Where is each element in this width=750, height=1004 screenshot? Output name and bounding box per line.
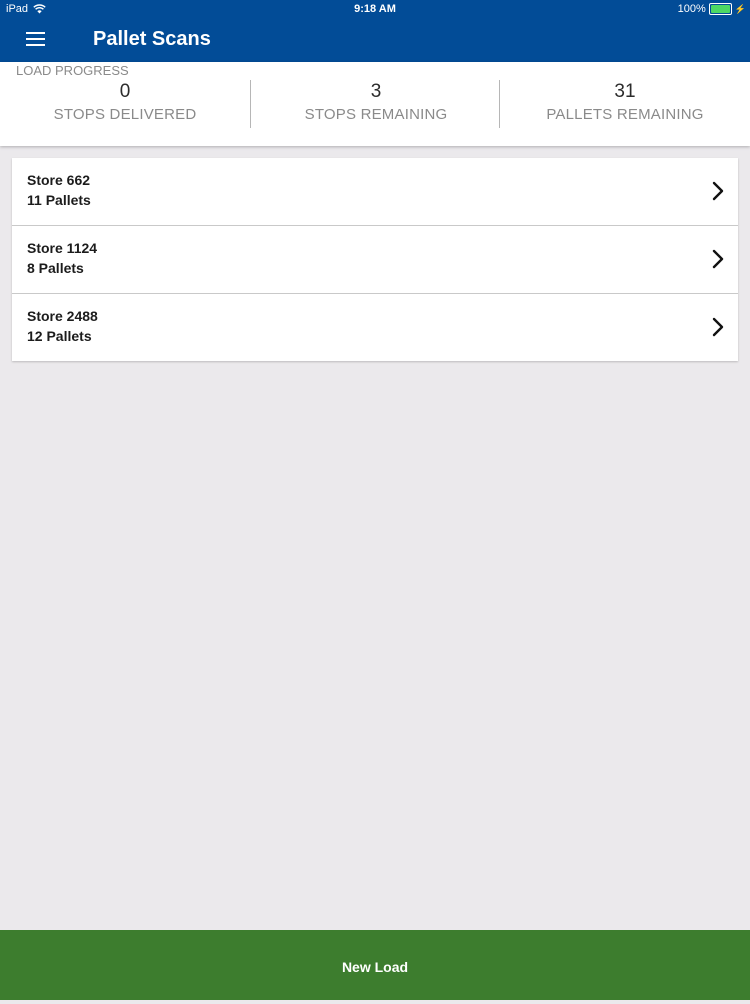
stat-value: 3 [370, 81, 382, 102]
pallet-count: 12 Pallets [27, 328, 92, 344]
stat-value: 31 [614, 81, 636, 102]
store-row-662[interactable]: Store 662 11 Pallets [12, 158, 738, 226]
store-row-2488[interactable]: Store 2488 12 Pallets [12, 294, 738, 361]
stat-label: STOPS REMAINING [304, 106, 448, 123]
chevron-right-icon [712, 249, 724, 269]
load-progress-card: LOAD PROGRESS 0 STOPS DELIVERED 3 STOPS … [0, 62, 750, 146]
new-load-button[interactable]: New Load [0, 930, 750, 1000]
stat-label: STOPS DELIVERED [53, 106, 197, 123]
status-bar: iPad 9:18 AM 100% ⚡ [0, 0, 750, 20]
store-name: Store 2488 [27, 308, 98, 324]
page-title: Pallet Scans [93, 28, 211, 50]
load-progress-label: LOAD PROGRESS [16, 63, 129, 78]
stat-label: PALLETS REMAINING [546, 106, 704, 123]
chevron-right-icon [712, 317, 724, 337]
menu-icon[interactable] [26, 32, 45, 48]
stat-value: 0 [119, 81, 131, 102]
stat-stops-delivered: 0 STOPS DELIVERED [0, 80, 250, 128]
app-bar: Pallet Scans [0, 20, 750, 62]
store-name: Store 1124 [27, 240, 98, 256]
pallet-count: 8 Pallets [27, 260, 84, 276]
status-bar-right: 100% ⚡ [678, 3, 746, 15]
store-name: Store 662 [27, 172, 91, 188]
chevron-right-icon [712, 181, 724, 201]
stat-stops-remaining: 3 STOPS REMAINING [250, 80, 501, 128]
battery-icon [708, 3, 732, 15]
clock: 9:18 AM [354, 3, 396, 15]
pallet-count: 11 Pallets [27, 192, 91, 208]
battery-level [710, 5, 730, 13]
charging-icon: ⚡ [734, 3, 746, 14]
store-row-1124[interactable]: Store 1124 8 Pallets [12, 226, 738, 294]
battery-percent: 100% [677, 3, 706, 15]
store-list: Store 662 11 Pallets Store 1124 8 Pallet… [12, 158, 738, 361]
stat-pallets-remaining: 31 PALLETS REMAINING [499, 80, 750, 128]
